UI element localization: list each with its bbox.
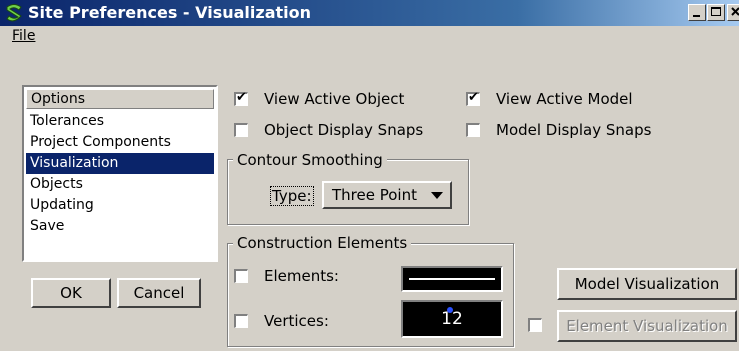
checkbox-unchecked[interactable] (234, 123, 248, 137)
site-preferences-window: Site Preferences - Visualization File Op… (0, 0, 739, 351)
list-item-updating[interactable]: Updating (26, 195, 214, 216)
checkbox-unchecked[interactable] (234, 314, 248, 328)
title-bar[interactable]: Site Preferences - Visualization (0, 0, 739, 26)
list-item-visualization[interactable]: Visualization (26, 153, 214, 174)
menu-file-label: File (12, 28, 36, 44)
type-label: Type: (270, 186, 314, 206)
menu-file[interactable]: File (12, 28, 35, 44)
vertex-dot-icon (447, 307, 453, 313)
elements-checkbox[interactable]: Elements: (234, 267, 339, 285)
dropdown-arrow-icon (431, 192, 443, 199)
object-display-snaps-checkbox[interactable]: Object Display Snaps (234, 121, 423, 139)
element-visualization-checkbox[interactable] (528, 318, 558, 332)
close-icon (731, 7, 739, 16)
list-item-save[interactable]: Save (26, 216, 214, 237)
model-display-snaps-checkbox[interactable]: Model Display Snaps (466, 121, 651, 139)
list-item-project-components[interactable]: Project Components (26, 132, 214, 153)
element-visualization-button[interactable]: Element Visualization (557, 310, 737, 342)
elements-label: Elements: (264, 267, 339, 285)
checkbox-unchecked[interactable] (528, 318, 542, 332)
view-active-object-checkbox[interactable]: View Active Object (234, 90, 404, 108)
app-icon (6, 4, 22, 22)
smoothing-type-dropdown[interactable]: Three Point (322, 181, 452, 209)
view-active-model-label: View Active Model (496, 90, 633, 108)
model-visualization-button[interactable]: Model Visualization (557, 268, 737, 300)
line-style-line (409, 278, 495, 280)
menu-bar: File (0, 26, 739, 48)
ok-button[interactable]: OK (31, 278, 111, 308)
cancel-button[interactable]: Cancel (117, 278, 201, 308)
smoothing-type-value: Three Point (332, 186, 417, 204)
elements-line-style-swatch[interactable] (401, 266, 503, 292)
view-active-model-checkbox[interactable]: View Active Model (466, 90, 633, 108)
close-button[interactable] (727, 4, 739, 21)
vertices-checkbox[interactable]: Vertices: (234, 312, 329, 330)
checkbox-unchecked[interactable] (466, 123, 480, 137)
options-list-header[interactable]: Options (26, 89, 214, 109)
list-item-tolerances[interactable]: Tolerances (26, 111, 214, 132)
contour-smoothing-title: Contour Smoothing (233, 151, 387, 169)
minimize-button[interactable] (688, 4, 706, 21)
checkbox-checked[interactable] (234, 90, 248, 106)
window-title: Site Preferences - Visualization (28, 3, 312, 22)
model-display-snaps-label: Model Display Snaps (496, 121, 652, 139)
checkbox-unchecked[interactable] (234, 269, 248, 283)
maximize-icon (711, 7, 721, 16)
vertices-label: Vertices: (264, 312, 329, 330)
maximize-button[interactable] (707, 4, 725, 21)
view-active-object-label: View Active Object (264, 90, 405, 108)
object-display-snaps-label: Object Display Snaps (264, 121, 424, 139)
construction-elements-title: Construction Elements (233, 234, 412, 252)
options-list[interactable]: Options Tolerances Project Components Vi… (22, 85, 218, 262)
checkbox-checked[interactable] (466, 90, 480, 106)
vertices-style-swatch[interactable]: 12 (401, 300, 503, 338)
minimize-icon (693, 15, 700, 17)
list-item-objects[interactable]: Objects (26, 174, 214, 195)
